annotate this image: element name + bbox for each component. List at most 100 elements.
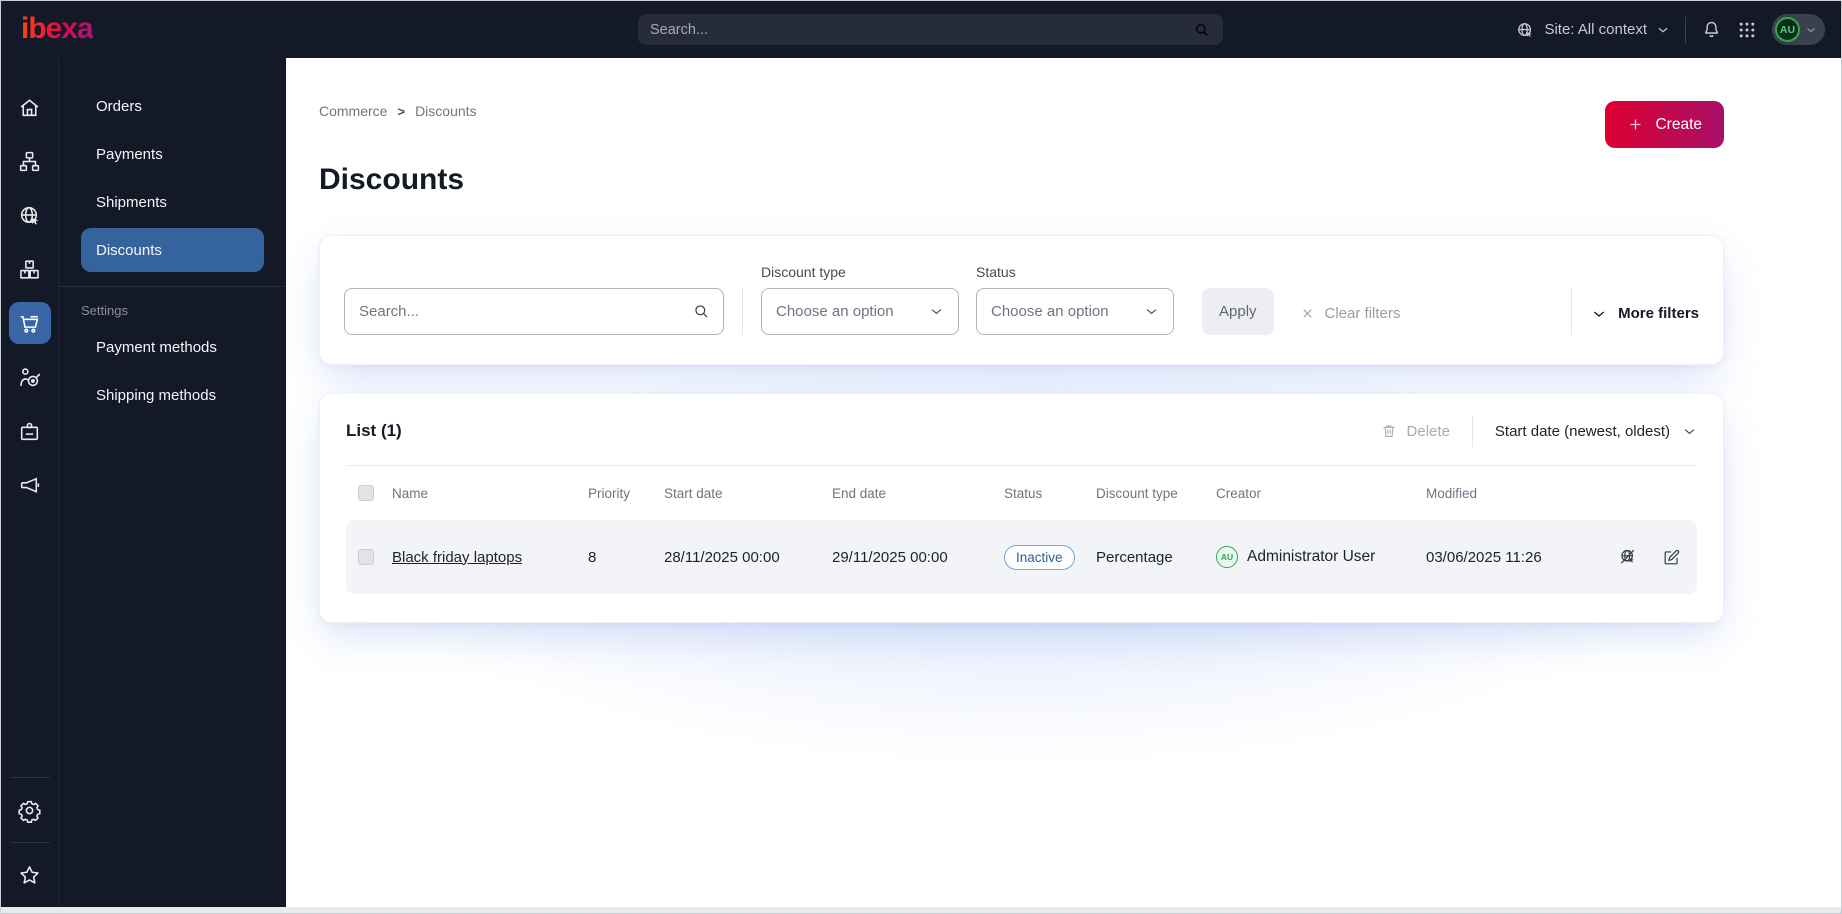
filter-search	[344, 288, 724, 335]
site-context-label: Site: All context	[1544, 21, 1647, 38]
search-icon[interactable]	[1193, 21, 1211, 39]
topbar: ibexa Site: All context	[1, 1, 1841, 58]
list-header-divider	[1471, 415, 1473, 447]
topbar-divider	[1685, 16, 1686, 43]
col-creator: Creator	[1216, 485, 1262, 501]
nav-commerce-cart-icon[interactable]	[1, 296, 58, 350]
menu-item-shipping-methods[interactable]: Shipping methods	[81, 373, 264, 417]
globe-slash-icon[interactable]	[1618, 547, 1638, 567]
ibexa-logo: ibexa	[21, 12, 94, 45]
menu-item-discounts[interactable]: Discounts	[81, 228, 264, 272]
menu-divider	[59, 286, 286, 287]
chevron-down-icon	[1805, 24, 1817, 36]
active-nav-highlight	[8, 302, 51, 344]
filters-card: Discount type Choose an option Status Ch…	[319, 235, 1724, 365]
global-search	[638, 14, 1223, 45]
chevron-down-icon	[1144, 304, 1159, 319]
page-head: Commerce > Discounts Create	[319, 101, 1724, 148]
status-badge: Inactive	[1004, 544, 1075, 570]
list-header: List (1) Delete Start date (newest, olde…	[346, 412, 1697, 450]
window-bottom-strip	[1, 907, 1841, 913]
creator-name: Administrator User	[1247, 548, 1376, 565]
nav-divider	[9, 842, 50, 843]
more-filters-button[interactable]: More filters	[1591, 305, 1699, 322]
col-discount-type: Discount type	[1096, 485, 1178, 501]
discount-name-link[interactable]: Black friday laptops	[392, 549, 588, 566]
nav-star-icon[interactable]	[1, 851, 58, 899]
plus-icon	[1627, 116, 1644, 133]
search-icon	[692, 302, 711, 321]
create-button[interactable]: Create	[1605, 101, 1724, 148]
app-body: Orders Payments Shipments Discounts Sett…	[1, 58, 1841, 913]
edit-icon[interactable]	[1662, 547, 1681, 567]
menu-item-payments[interactable]: Payments	[81, 132, 264, 176]
close-icon	[1300, 306, 1315, 321]
select-all-checkbox[interactable]	[358, 485, 374, 501]
global-search-input[interactable]	[650, 21, 1193, 38]
app-window: ibexa Site: All context	[0, 0, 1842, 914]
sort-selector[interactable]: Start date (newest, oldest)	[1495, 423, 1697, 440]
discount-type-label: Discount type	[761, 264, 846, 280]
breadcrumb-commerce[interactable]: Commerce	[319, 103, 387, 119]
main-content: Commerce > Discounts Create Discounts Se…	[286, 58, 1841, 913]
status-cell: Inactive	[1004, 544, 1096, 570]
status-select[interactable]: Choose an option	[976, 288, 1174, 335]
delete-button[interactable]: Delete	[1380, 422, 1450, 440]
col-start-date: Start date	[664, 485, 723, 501]
discount-type-value: Percentage	[1096, 548, 1173, 566]
row-checkbox[interactable]	[358, 549, 374, 565]
chevron-down-icon	[1682, 424, 1697, 439]
page-title: Discounts	[319, 163, 465, 196]
nav-divider	[9, 777, 50, 778]
list-header-actions: Delete Start date (newest, oldest)	[1380, 415, 1697, 447]
creator-avatar: AU	[1216, 546, 1238, 568]
menu-item-orders[interactable]: Orders	[81, 84, 264, 128]
menu-item-shipments[interactable]: Shipments	[81, 180, 264, 224]
modified-value: 03/06/2025 11:26	[1426, 548, 1542, 566]
app-grid-icon[interactable]	[1737, 20, 1757, 40]
nav-rail-bottom	[1, 769, 58, 913]
filter-divider	[1571, 288, 1573, 335]
filter-search-input[interactable]	[344, 288, 724, 335]
avatar: AU	[1775, 17, 1800, 42]
discount-type-filter: Discount type Choose an option	[761, 264, 959, 335]
row-actions	[1601, 547, 1697, 567]
breadcrumb-separator: >	[397, 103, 406, 119]
nav-megaphone-icon[interactable]	[1, 458, 58, 512]
priority-value: 8	[588, 548, 597, 566]
discount-type-select[interactable]: Choose an option	[761, 288, 959, 335]
breadcrumb: Commerce > Discounts	[319, 101, 1724, 119]
nav-audience-target-icon[interactable]	[1, 350, 58, 404]
topbar-right: Site: All context AU	[1515, 1, 1825, 58]
menu-section-settings: Settings	[81, 302, 128, 318]
col-status: Status	[1004, 485, 1043, 501]
nav-content-tree-icon[interactable]	[1, 134, 58, 188]
status-filter: Status Choose an option	[976, 264, 1174, 335]
user-menu[interactable]: AU	[1772, 14, 1825, 45]
nav-home-icon[interactable]	[1, 80, 58, 134]
nav-id-badge-icon[interactable]	[1, 404, 58, 458]
col-name: Name	[392, 485, 429, 501]
status-label: Status	[976, 264, 1016, 280]
creator-cell: AU Administrator User	[1216, 546, 1426, 568]
trash-icon	[1380, 422, 1398, 440]
globe-cursor-icon	[1515, 20, 1535, 40]
menu-item-payment-methods[interactable]: Payment methods	[81, 325, 264, 369]
table-header-row: Name Priority Start date End date Status…	[346, 466, 1697, 520]
notifications-bell-icon[interactable]	[1701, 19, 1722, 40]
apply-button[interactable]: Apply	[1202, 288, 1274, 335]
site-context-selector[interactable]: Site: All context	[1515, 20, 1670, 40]
list-title: List (1)	[346, 421, 402, 440]
chevron-down-icon	[1591, 306, 1607, 322]
nav-products-boxes-icon[interactable]	[1, 242, 58, 296]
commerce-menu-panel: Orders Payments Shipments Discounts Sett…	[58, 58, 286, 913]
nav-site-globe-icon[interactable]	[1, 188, 58, 242]
col-modified: Modified	[1426, 485, 1478, 501]
chevron-down-icon	[1656, 23, 1670, 37]
col-priority: Priority	[588, 485, 631, 501]
clear-filters-button[interactable]: Clear filters	[1300, 305, 1400, 322]
chevron-down-icon	[929, 304, 944, 319]
main-nav-rail	[1, 58, 58, 913]
discounts-list-card: List (1) Delete Start date (newest, olde…	[319, 393, 1724, 623]
nav-gear-icon[interactable]	[1, 786, 58, 834]
